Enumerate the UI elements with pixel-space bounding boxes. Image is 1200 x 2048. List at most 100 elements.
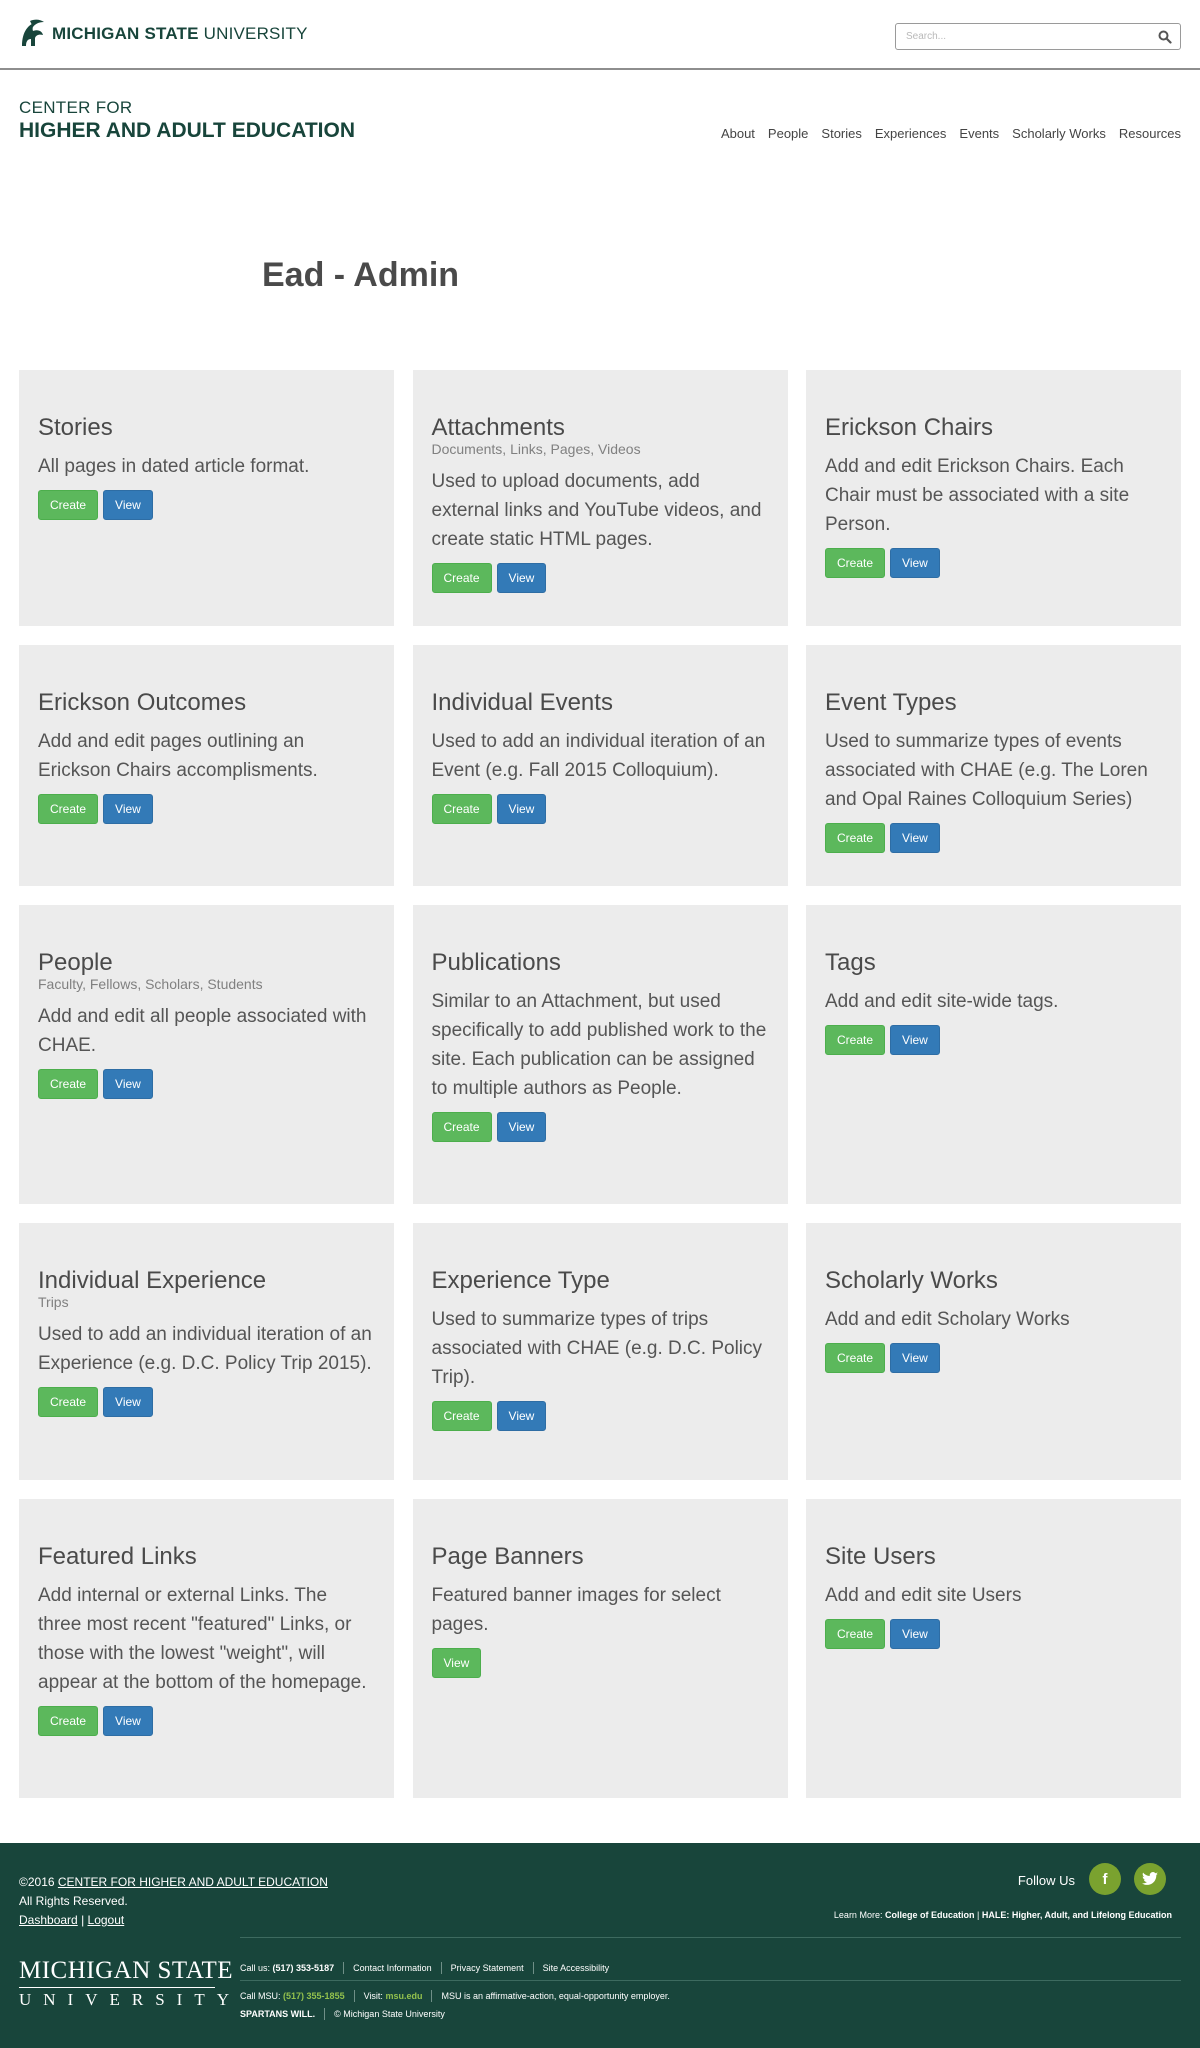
create-button[interactable]: Create xyxy=(825,1025,886,1055)
msu-wordmark-light: UNIVERSITY xyxy=(203,24,308,43)
msu-edu-link[interactable]: msu.edu xyxy=(385,1991,422,2001)
view-button[interactable]: View xyxy=(103,1387,153,1417)
page-title: Ead - Admin xyxy=(262,256,460,294)
msu-wordmark-bold: MICHIGAN STATE xyxy=(52,24,199,43)
view-button[interactable]: View xyxy=(431,1648,482,1678)
view-button[interactable]: View xyxy=(496,1401,547,1431)
separator xyxy=(440,1962,442,1974)
card-description: Add and edit site-wide tags. xyxy=(825,991,1059,1012)
create-button[interactable]: Create xyxy=(825,1343,886,1373)
nav-people[interactable]: People xyxy=(768,126,808,141)
msu-info-row: Call MSU: (517) 355-1855 Visit: msu.edu … xyxy=(240,1990,670,2002)
msu-footer-wordmark[interactable]: MICHIGAN STATE UNIVERSITY xyxy=(19,1957,241,2010)
college-of-education-link[interactable]: College of Education xyxy=(885,1910,975,1920)
view-button[interactable]: View xyxy=(890,1343,940,1373)
view-button[interactable]: View xyxy=(103,1069,153,1099)
unit-name-line2: HIGHER AND ADULT EDUCATION xyxy=(19,119,355,142)
card-title: People xyxy=(38,949,113,976)
grid-row: Erickson Outcomes Add and edit pages out… xyxy=(19,645,1181,886)
nav-resources[interactable]: Resources xyxy=(1119,126,1181,141)
card-title: Individual Experience xyxy=(38,1267,267,1294)
separator xyxy=(532,1962,534,1974)
hale-link[interactable]: HALE: Higher, Adult, and Lifelong Educat… xyxy=(982,1910,1172,1920)
grid-row: Stories All pages in dated article forma… xyxy=(19,370,1181,626)
search-icon[interactable] xyxy=(1158,30,1172,44)
grid-row: Individual Experience Trips Used to add … xyxy=(19,1223,1181,1480)
visit-label: Visit: xyxy=(363,1991,383,2001)
create-button[interactable]: Create xyxy=(38,1706,99,1736)
card-title: Attachments xyxy=(431,414,565,441)
card-description: Used to summarize types of events associ… xyxy=(825,731,1148,810)
card-erickson-outcomes: Erickson Outcomes Add and edit pages out… xyxy=(19,645,394,886)
view-button[interactable]: View xyxy=(890,1025,940,1055)
create-button[interactable]: Create xyxy=(825,548,886,578)
view-button[interactable]: View xyxy=(890,1619,940,1649)
create-button[interactable]: Create xyxy=(825,1619,886,1649)
learn-more: Learn More: College of Education | HALE:… xyxy=(833,1910,1172,1920)
view-button[interactable]: View xyxy=(496,563,547,593)
card-title: Scholarly Works xyxy=(825,1267,998,1294)
spartan-helmet-icon xyxy=(22,19,44,46)
nav-experiences[interactable]: Experiences xyxy=(875,126,947,141)
call-msu-number[interactable]: (517) 355-1855 xyxy=(283,1991,345,2001)
create-button[interactable]: Create xyxy=(38,1069,99,1099)
footer-links-row: Call us: (517) 353-5187 Contact Informat… xyxy=(240,1962,609,1974)
view-button[interactable]: View xyxy=(496,794,547,824)
card-description: Featured banner images for select pages. xyxy=(431,1585,721,1635)
msu-copyright: © Michigan State University xyxy=(334,2009,445,2019)
msu-wordmark: MICHIGAN STATE UNIVERSITY xyxy=(52,24,308,44)
view-button[interactable]: View xyxy=(890,548,940,578)
search-input[interactable] xyxy=(896,24,1146,49)
unit-name-link[interactable]: CENTER FOR HIGHER AND ADULT EDUCATION xyxy=(19,98,355,143)
create-button[interactable]: Create xyxy=(431,794,492,824)
card-title: Experience Type xyxy=(431,1267,610,1294)
msu-logo-link[interactable]: MICHIGAN STATE UNIVERSITY xyxy=(18,18,308,50)
call-us-number[interactable]: (517) 353-5187 xyxy=(273,1963,335,1973)
create-button[interactable]: Create xyxy=(38,1387,99,1417)
view-button[interactable]: View xyxy=(496,1112,547,1142)
contact-link[interactable]: Contact Information xyxy=(353,1963,432,1973)
search-box xyxy=(895,23,1181,50)
card-description: Add internal or external Links. The thre… xyxy=(38,1585,367,1693)
card-title: Erickson Outcomes xyxy=(38,689,247,716)
twitter-icon[interactable] xyxy=(1134,1863,1166,1895)
learn-more-label: Learn More: xyxy=(833,1910,883,1920)
twitter-bird-icon xyxy=(1142,1872,1158,1885)
nav-scholarly-works[interactable]: Scholarly Works xyxy=(1012,126,1106,141)
create-button[interactable]: Create xyxy=(38,794,99,824)
footer-unit-link[interactable]: CENTER FOR HIGHER AND ADULT EDUCATION xyxy=(58,1875,328,1889)
site-header: CENTER FOR HIGHER AND ADULT EDUCATION Ab… xyxy=(0,70,1200,190)
msu-copyright-row: SPARTANS WILL. © Michigan State Universi… xyxy=(240,2008,445,2020)
accessibility-link[interactable]: Site Accessibility xyxy=(543,1963,610,1973)
card-description: All pages in dated article format. xyxy=(38,456,310,477)
create-button[interactable]: Create xyxy=(825,823,886,853)
card-publications: Publications Similar to an Attachment, b… xyxy=(412,905,788,1204)
card-title: Stories xyxy=(38,414,113,441)
card-subtitle: Faculty, Fellows, Scholars, Students xyxy=(38,976,263,992)
nav-events[interactable]: Events xyxy=(959,126,999,141)
privacy-link[interactable]: Privacy Statement xyxy=(451,1963,524,1973)
dashboard-link[interactable]: Dashboard xyxy=(19,1913,78,1927)
logout-link[interactable]: Logout xyxy=(88,1913,125,1927)
card-title: Site Users xyxy=(825,1543,936,1570)
create-button[interactable]: Create xyxy=(431,1112,492,1142)
footer-copyright: ©2016 CENTER FOR HIGHER AND ADULT EDUCAT… xyxy=(19,1873,328,1892)
nav-stories[interactable]: Stories xyxy=(821,126,861,141)
create-button[interactable]: Create xyxy=(431,563,492,593)
view-button[interactable]: View xyxy=(103,1706,153,1736)
create-button[interactable]: Create xyxy=(431,1401,492,1431)
card-people: People Faculty, Fellows, Scholars, Stude… xyxy=(19,905,394,1204)
card-title: Featured Links xyxy=(38,1543,197,1570)
footer-rights: All Rights Reserved. xyxy=(19,1894,128,1908)
view-button[interactable]: View xyxy=(890,823,940,853)
card-description: Add and edit Erickson Chairs. Each Chair… xyxy=(825,456,1130,535)
nav-about[interactable]: About xyxy=(721,126,755,141)
wordmark-rule xyxy=(19,1987,215,1988)
view-button[interactable]: View xyxy=(103,794,153,824)
view-button[interactable]: View xyxy=(103,490,153,520)
facebook-icon[interactable]: f xyxy=(1089,1863,1121,1895)
create-button[interactable]: Create xyxy=(38,490,99,520)
card-description: Used to add an individual iteration of a… xyxy=(38,1324,372,1374)
card-title: Page Banners xyxy=(431,1543,584,1570)
separator xyxy=(431,1990,433,2002)
